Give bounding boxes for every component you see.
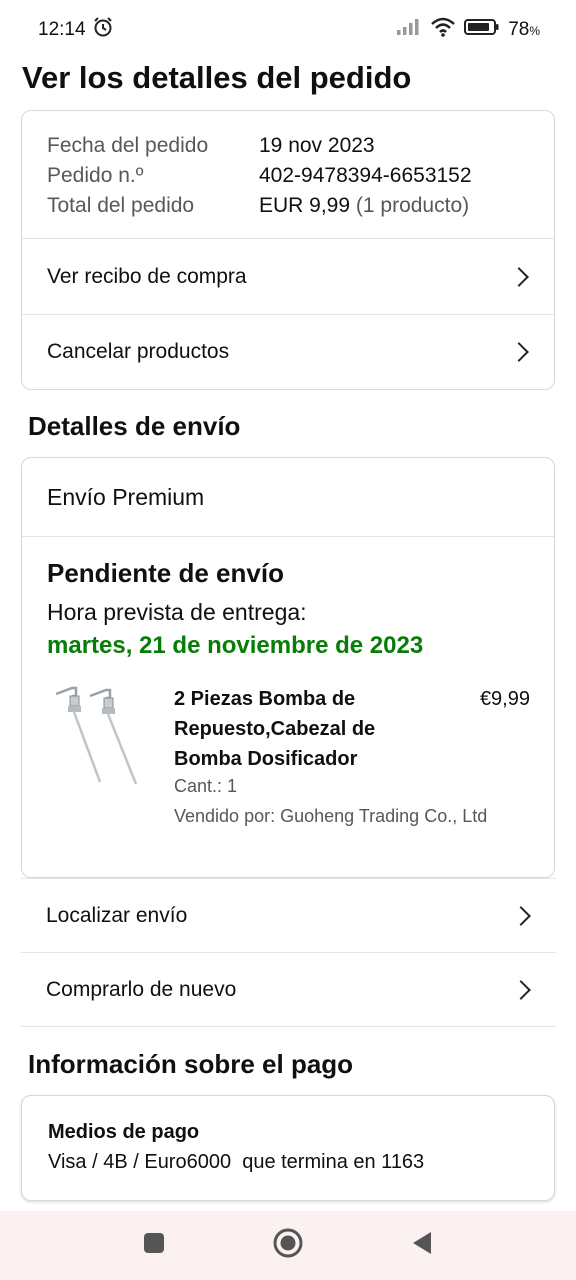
recent-apps-button[interactable]	[134, 1226, 174, 1266]
order-total-count: (1 producto)	[355, 194, 470, 217]
battery-icon	[464, 18, 500, 42]
product-price: €9,99	[479, 688, 530, 710]
wifi-icon	[430, 17, 456, 43]
battery-percent: 78%	[508, 19, 540, 40]
order-number-label: Pedido n.º	[47, 164, 144, 187]
signal-icon	[396, 18, 422, 42]
order-date-row: Fecha del pedido 19 nov 2023	[47, 131, 529, 161]
alarm-icon	[92, 16, 114, 44]
order-date-label: Fecha del pedido	[47, 134, 209, 157]
chevron-right-icon	[511, 979, 531, 1000]
delivery-eta-label: Hora prevista de entrega:	[47, 599, 307, 625]
cancel-products-link[interactable]: Cancelar productos	[22, 314, 554, 389]
payment-methods-label: Medios de pago	[48, 1121, 200, 1143]
order-summary-card: Fecha del pedido 19 nov 2023 Pedido n.º …	[21, 110, 555, 390]
order-total-label: Total del pedido	[47, 194, 195, 217]
buy-again-label: Comprarlo de nuevo	[46, 977, 237, 1001]
clock-time: 12:14	[38, 19, 86, 40]
circle-icon	[272, 1227, 304, 1264]
delivery-eta-date: martes, 21 de noviembre de 2023	[47, 632, 424, 659]
status-right: 78%	[396, 17, 540, 43]
view-receipt-link[interactable]: Ver recibo de compra	[22, 239, 554, 314]
product-title[interactable]: 2 Piezas Bomba de Repuesto,Cabezal de Bo…	[174, 684, 404, 774]
shipment-card: Envío Premium Pendiente de envío Hora pr…	[21, 457, 555, 878]
buy-again-link[interactable]: Comprarlo de nuevo	[21, 953, 556, 1027]
status-bar: 12:14 78%	[0, 0, 576, 60]
product-seller: Vendido por: Guoheng Trading Co., Ltd	[174, 806, 488, 826]
payment-section-title: Información sobre el pago	[28, 1049, 354, 1079]
order-info: Fecha del pedido 19 nov 2023 Pedido n.º …	[22, 111, 554, 239]
order-number-row: Pedido n.º 402-9478394-6653152	[47, 161, 529, 191]
back-button[interactable]	[402, 1226, 442, 1266]
track-package-link[interactable]: Localizar envío	[21, 879, 556, 953]
product-quantity: Cant.: 1	[174, 776, 238, 796]
chevron-right-icon	[509, 342, 529, 362]
chevron-right-icon	[511, 905, 531, 926]
payment-methods-card: Medios de pago Visa / 4B / Euro6000 que …	[21, 1095, 555, 1201]
shipping-type: Envío Premium	[22, 458, 554, 537]
status-left: 12:14	[38, 16, 114, 44]
track-package-label: Localizar envío	[46, 903, 188, 927]
product-image[interactable]	[50, 684, 150, 788]
home-button[interactable]	[268, 1226, 308, 1266]
order-date-value: 19 nov 2023	[259, 134, 375, 157]
cancel-products-label: Cancelar productos	[47, 340, 230, 363]
system-navigation-bar	[0, 1211, 576, 1280]
page-title: Ver los detalles del pedido	[22, 60, 412, 95]
square-icon	[142, 1231, 166, 1260]
view-receipt-label: Ver recibo de compra	[47, 264, 247, 288]
shipment-actions: Localizar envío Comprarlo de nuevo	[21, 878, 556, 1027]
chevron-right-icon	[509, 266, 529, 287]
order-number-value: 402-9478394-6653152	[259, 164, 472, 187]
shipping-section-title: Detalles de envío	[28, 411, 241, 441]
order-total-row: Total del pedido EUR 9,99 (1 producto)	[47, 191, 529, 221]
order-total-amount: EUR 9,99	[259, 194, 351, 217]
order-total-value: EUR 9,99 (1 producto)	[259, 191, 469, 221]
shipping-status: Pendiente de envío	[47, 558, 284, 588]
triangle-back-icon	[410, 1230, 434, 1261]
payment-method-value: Visa / 4B / Euro6000 que termina en 1163	[48, 1151, 425, 1173]
